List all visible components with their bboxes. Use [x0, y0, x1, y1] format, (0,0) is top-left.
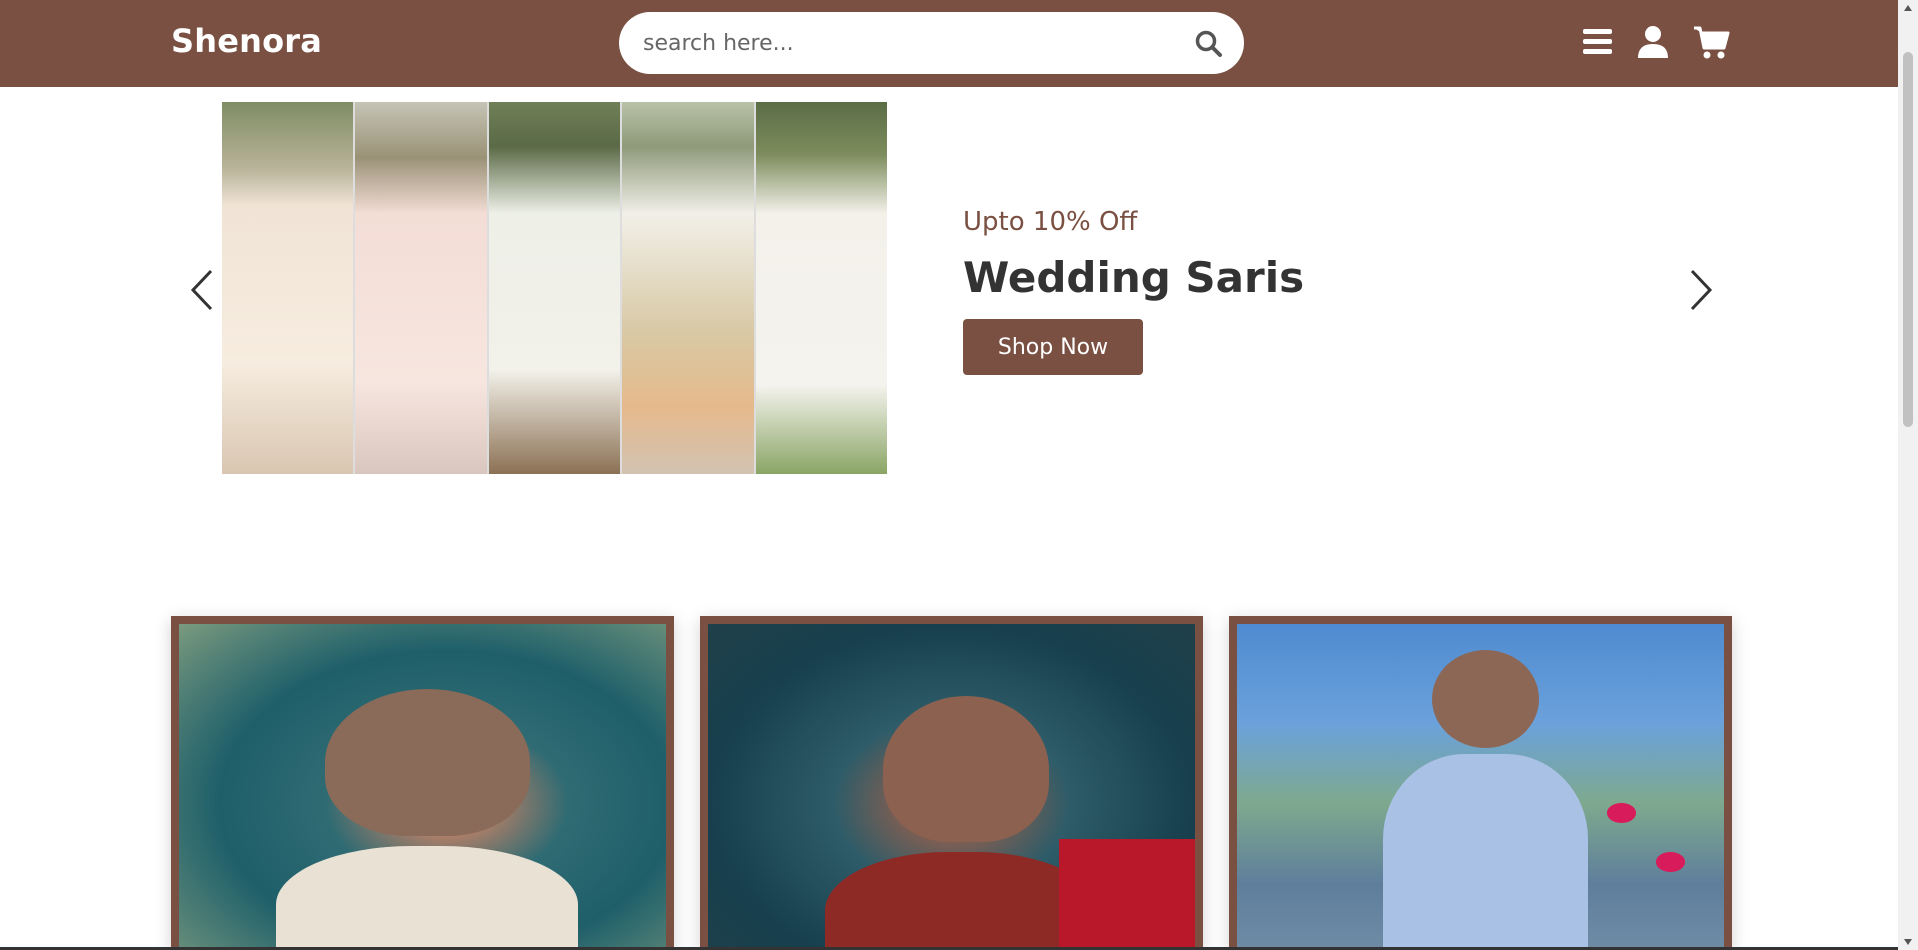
category-card[interactable]	[1229, 616, 1732, 950]
search-bar	[619, 12, 1244, 74]
wedding-saris-image	[222, 102, 888, 474]
scrollbar-thumb[interactable]	[1903, 52, 1913, 427]
bride-photo-2	[355, 102, 487, 474]
bride-white-saree-image	[179, 624, 666, 950]
bride-photo-3	[488, 102, 621, 474]
scroll-up-arrow-icon[interactable]	[1903, 3, 1913, 13]
bride-blue-gown-image	[1237, 624, 1724, 950]
user-icon[interactable]	[1635, 24, 1671, 60]
category-cards	[171, 616, 1732, 950]
shop-now-button[interactable]: Shop Now	[963, 319, 1143, 375]
search-input[interactable]	[643, 24, 1163, 62]
vertical-scrollbar[interactable]	[1898, 0, 1918, 950]
search-icon[interactable]	[1194, 29, 1224, 59]
next-slide-arrow-icon[interactable]	[1688, 268, 1714, 312]
site-header: Shenora	[0, 0, 1898, 87]
menu-icon[interactable]	[1580, 24, 1616, 60]
bride-photo-5	[755, 102, 888, 474]
slide-title: Wedding Saris	[963, 253, 1305, 302]
category-card[interactable]	[171, 616, 674, 950]
bride-photo-4	[622, 102, 754, 474]
cart-icon[interactable]	[1693, 24, 1730, 60]
prev-slide-arrow-icon[interactable]	[189, 268, 215, 312]
category-card[interactable]	[700, 616, 1203, 950]
slide-offer-text: Upto 10% Off	[963, 207, 1138, 237]
bride-red-bridal-image	[708, 624, 1195, 950]
site-logo[interactable]: Shenora	[171, 22, 322, 60]
scroll-down-arrow-icon[interactable]	[1903, 937, 1913, 947]
bride-photo-1	[222, 102, 354, 474]
